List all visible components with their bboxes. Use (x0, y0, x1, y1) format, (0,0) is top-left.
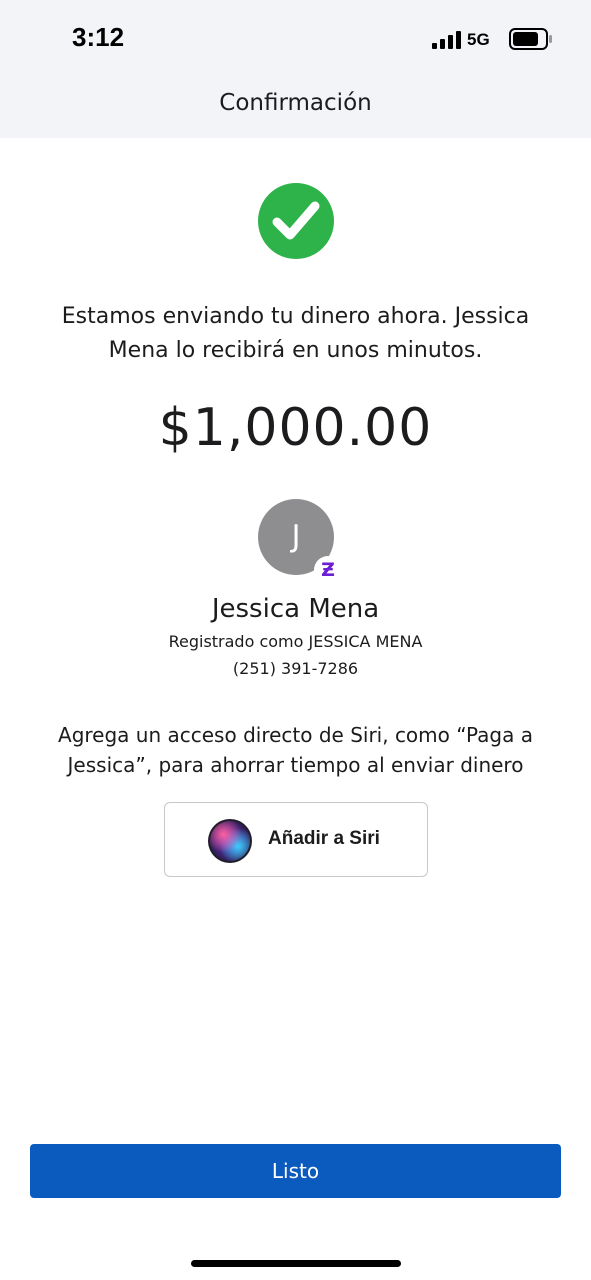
home-indicator[interactable] (191, 1260, 401, 1267)
siri-icon (208, 819, 252, 863)
zelle-badge-icon: Ƶ (314, 556, 342, 584)
page-title: Confirmación (219, 90, 372, 116)
amount-sent: $1,000.00 (158, 398, 433, 458)
siri-hint-text: Agrega un acceso directo de Siri, como “… (58, 723, 533, 777)
check-circle-icon (258, 183, 334, 259)
header-area: 3:12 5G Confirmación (0, 0, 591, 138)
network-type: 5G (467, 30, 490, 49)
registered-name: Registrado como JESSICA MENA (168, 632, 423, 651)
add-to-siri-label: Añadir a Siri (268, 828, 380, 849)
recipient-phone: (251) 391-7286 (232, 659, 359, 678)
recipient-name: Jessica Mena (211, 594, 380, 624)
confirmation-message: Estamos enviando tu dinero ahora. Jessic… (61, 304, 530, 363)
battery-icon (509, 28, 552, 50)
confirmation-screen: 3:12 5G Confirmación Estamos enviando tu… (0, 0, 591, 1280)
status-bar: 3:12 5G (0, 0, 591, 80)
signal-bars-icon (432, 31, 461, 49)
status-time: 3:12 (72, 22, 125, 52)
done-button[interactable]: Listo (30, 1144, 561, 1198)
add-to-siri-button[interactable]: Añadir a Siri (164, 802, 428, 877)
